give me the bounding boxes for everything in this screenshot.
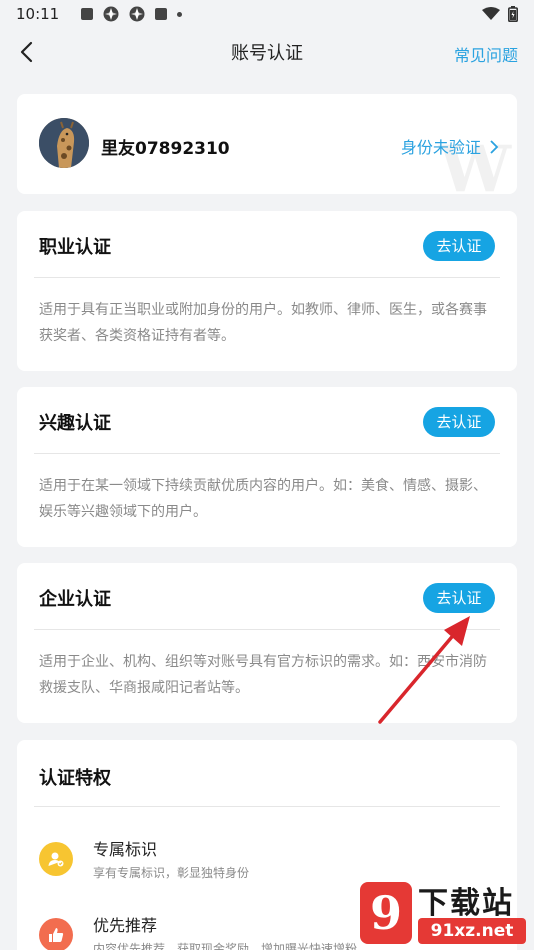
notification-icons <box>81 6 183 22</box>
site-logo-mark: 9 <box>360 882 412 944</box>
site-watermark-logo: 9 下载站 91xz.net <box>360 878 530 950</box>
notification-square-icon <box>155 8 168 20</box>
wifi-icon <box>482 7 500 20</box>
thumbs-up-icon <box>39 918 73 950</box>
pinwheel-icon <box>129 6 145 22</box>
certification-title: 企业认证 <box>39 589 111 610</box>
status-right <box>482 6 518 22</box>
site-url: 91xz.net <box>418 918 526 944</box>
certify-button[interactable]: 去认证 <box>423 231 495 261</box>
back-arrow-icon[interactable] <box>14 38 42 66</box>
certification-card-professional: 职业认证 去认证 适用于具有正当职业或附加身份的用户。如教师、律师、医生，或各赛… <box>17 211 517 371</box>
privilege-name: 优先推荐 <box>93 916 158 935</box>
privileges-title: 认证特权 <box>39 768 111 789</box>
privilege-description: 内容优先推荐，获取现金奖励，增加曝光快速增粉 <box>93 942 358 950</box>
site-name: 下载站 <box>418 886 514 921</box>
annotation-arrow-icon <box>378 616 470 724</box>
privilege-description: 享有专属标识，彰显独特身份 <box>93 866 250 880</box>
user-card: 里友07892310 W 身份未验证 <box>17 94 517 194</box>
faq-link[interactable]: 常见问题 <box>454 42 518 66</box>
divider <box>34 806 500 807</box>
username: 里友07892310 <box>101 139 230 159</box>
divider <box>34 277 500 278</box>
avatar[interactable] <box>39 118 89 168</box>
privilege-name: 专属标识 <box>93 840 158 859</box>
certify-button[interactable]: 去认证 <box>423 583 495 613</box>
giraffe-avatar-image <box>39 118 89 168</box>
certify-button[interactable]: 去认证 <box>423 407 495 437</box>
more-notifications-dot-icon <box>177 11 183 17</box>
page-title: 账号认证 <box>231 43 303 64</box>
status-bar: 10:11 <box>0 0 534 28</box>
certification-card-interest: 兴趣认证 去认证 适用于在某一领域下持续贡献优质内容的用户。如：美食、情感、摄影… <box>17 387 517 547</box>
identity-status-text: 身份未验证 <box>400 138 481 157</box>
pinwheel-icon <box>103 6 119 22</box>
identity-verify-link[interactable]: 身份未验证 <box>401 134 499 158</box>
nav-bar: 账号认证 常见问题 <box>0 28 534 76</box>
status-time: 10:11 <box>16 5 60 23</box>
battery-icon <box>508 6 518 22</box>
notification-square-icon <box>81 8 94 20</box>
certification-title: 职业认证 <box>39 237 111 258</box>
user-badge-icon <box>39 842 73 876</box>
account-certification-page: 10:11 账号认证 常见问题 里友07892310 W 身份未验证 职业认证 … <box>0 0 534 950</box>
certification-description: 适用于具有正当职业或附加身份的用户。如教师、律师、医生，或各赛事获奖者、各类资格… <box>39 302 487 344</box>
chevron-right-icon <box>490 140 499 154</box>
certification-title: 兴趣认证 <box>39 413 111 434</box>
divider <box>34 453 500 454</box>
certification-description: 适用于在某一领域下持续贡献优质内容的用户。如：美食、情感、摄影、娱乐等兴趣领域下… <box>39 478 487 520</box>
